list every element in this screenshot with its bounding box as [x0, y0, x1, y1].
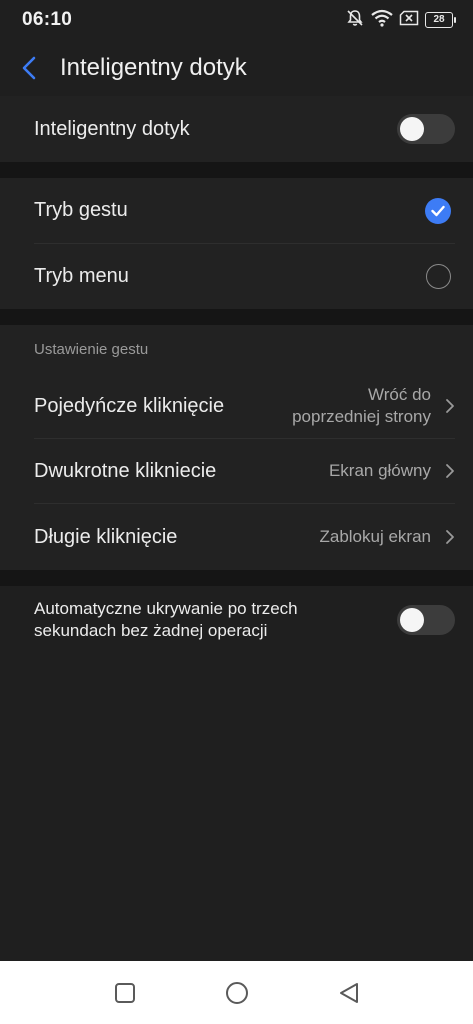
section-divider [0, 162, 473, 178]
page-title: Inteligentny dotyk [60, 54, 247, 81]
main-toggle-label: Inteligentny dotyk [34, 117, 190, 140]
status-time: 06:10 [22, 9, 73, 30]
gesture-single-click-row[interactable]: Pojedyńcze kliknięcie Wróć do poprzednie… [34, 374, 455, 438]
gesture-long-click-row[interactable]: Długie kliknięcie Zablokuj ekran [34, 504, 455, 570]
gesture-item-label: Długie kliknięcie [34, 525, 178, 548]
home-circle-icon[interactable] [217, 973, 257, 1013]
auto-hide-label: Automatyczne ukrywanie po trzech sekunda… [34, 598, 298, 642]
value-line-1: Wróć do [368, 385, 431, 404]
toggle-knob [400, 608, 424, 632]
status-bar: 06:10 28 [0, 0, 473, 40]
chevron-right-icon [445, 529, 455, 545]
main-toggle-switch[interactable] [397, 114, 455, 144]
gesture-item-label: Dwukrotne klikniecie [34, 459, 217, 482]
radio-checked-icon[interactable] [425, 197, 451, 224]
gesture-item-value: Zablokuj ekran [319, 527, 431, 546]
gesture-item-value-wrap: Wróć do poprzedniej strony [292, 384, 455, 428]
main-toggle-row[interactable]: Inteligentny dotyk [34, 96, 455, 162]
mode-option-menu[interactable]: Tryb menu [34, 244, 455, 309]
back-arrow-icon[interactable] [22, 54, 44, 82]
status-icons: 28 [345, 8, 456, 33]
recents-square-icon[interactable] [105, 973, 145, 1013]
mode-option-label: Tryb gestu [34, 199, 128, 221]
chevron-right-icon [445, 463, 455, 479]
mode-option-label: Tryb menu [34, 265, 129, 287]
auto-hide-toggle-switch[interactable] [397, 605, 455, 635]
main-toggle-card: Inteligentny dotyk [0, 96, 473, 162]
auto-hide-label-line-1: Automatyczne ukrywanie po trzech [34, 599, 298, 618]
section-divider [0, 309, 473, 325]
no-sim-icon [399, 10, 419, 31]
gesture-item-value: Ekran główny [328, 461, 431, 480]
wifi-icon [371, 9, 393, 32]
gesture-item-value-wrap: Ekran główny [329, 460, 455, 482]
gesture-item-label: Pojedyńcze kliknięcie [34, 394, 225, 417]
radio-empty-icon[interactable] [426, 264, 451, 289]
navigation-bar [0, 961, 473, 1024]
gesture-double-click-row[interactable]: Dwukrotne klikniecie Ekran główny [34, 439, 455, 503]
toggle-knob [400, 117, 424, 141]
mute-bell-icon [345, 8, 365, 33]
section-header-gesture: Ustawienie gestu [34, 341, 149, 358]
mode-option-gesture[interactable]: Tryb gestu [34, 178, 455, 243]
header: Inteligentny dotyk [0, 44, 473, 92]
auto-hide-label-line-2: sekundach bez żadnej operacji [34, 621, 268, 640]
gesture-item-value-wrap: Zablokuj ekran [319, 526, 455, 548]
section-divider [0, 570, 473, 586]
battery-icon: 28 [425, 12, 456, 28]
back-triangle-icon[interactable] [329, 973, 369, 1013]
value-line-2: poprzedniej strony [292, 407, 431, 426]
mode-card: Tryb gestu Tryb menu [0, 178, 473, 309]
auto-hide-row[interactable]: Automatyczne ukrywanie po trzech sekunda… [34, 590, 455, 650]
chevron-right-icon [445, 398, 455, 414]
gesture-item-value: Wróć do poprzedniej strony [292, 384, 431, 428]
